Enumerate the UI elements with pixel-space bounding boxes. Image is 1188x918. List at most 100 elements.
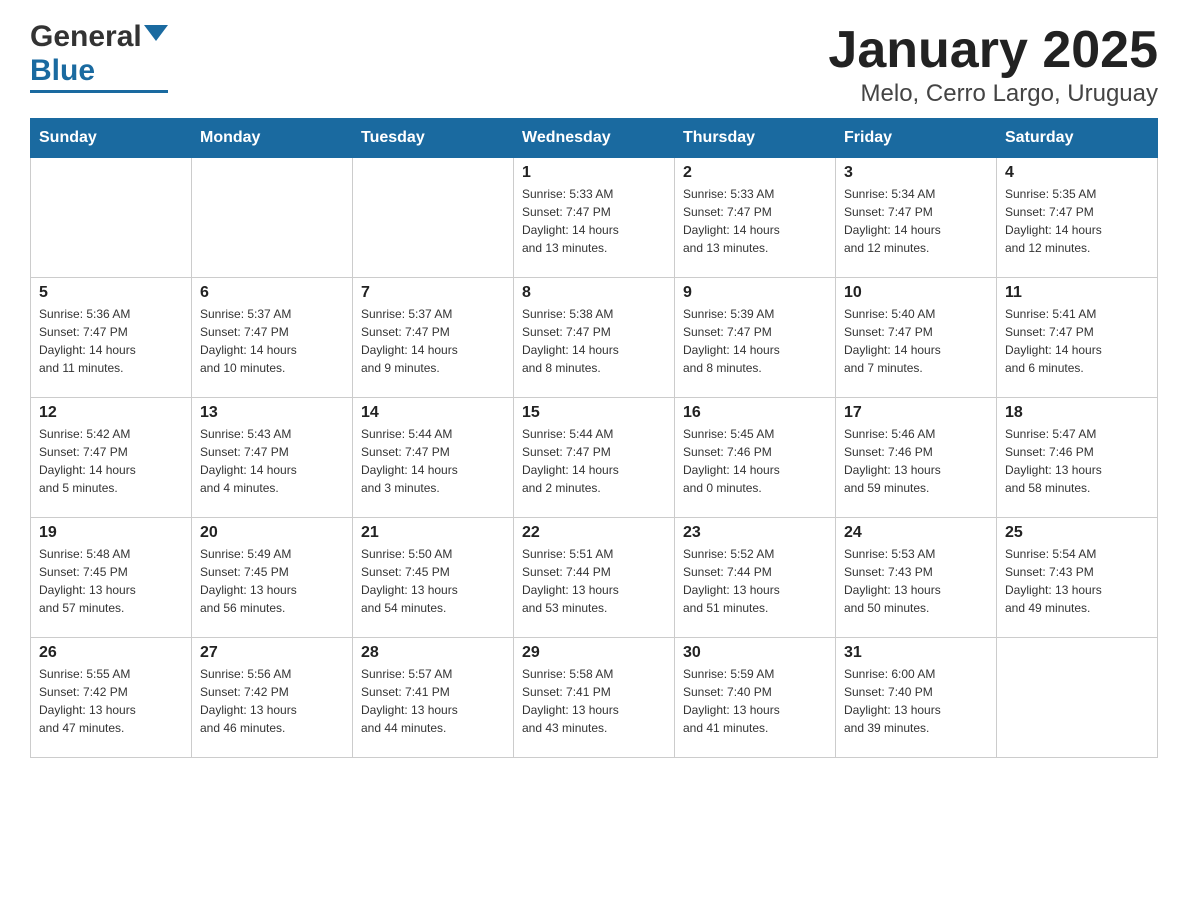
- calendar-cell: [997, 638, 1158, 758]
- calendar-cell: 29Sunrise: 5:58 AMSunset: 7:41 PMDayligh…: [514, 638, 675, 758]
- calendar-cell: 31 Sunrise: 6:00 AMSunset: 7:40 PMDayligh…: [836, 638, 997, 758]
- calendar-cell: [31, 158, 192, 278]
- calendar-cell: 5Sunrise: 5:36 AMSunset: 7:47 PMDaylight…: [31, 278, 192, 398]
- calendar-cell: 19 Sunrise: 5:48 AMSunset: 7:45 PMDayligh…: [31, 518, 192, 638]
- logo: General Blue: [30, 20, 168, 93]
- calendar-cell: 4Sunrise: 5:35 AMSunset: 7:47 PMDaylight…: [997, 158, 1158, 278]
- day-number: 26: [39, 644, 183, 662]
- page-header: General Blue January 2025 Melo, Cerro La…: [30, 20, 1158, 108]
- calendar-cell: [353, 158, 514, 278]
- day-info: Sunrise: 5:49 AMSunset: 7:45 PMDaylight:…: [200, 547, 297, 615]
- day-info: Sunrise: 5:50 AMSunset: 7:45 PMDaylight:…: [361, 547, 458, 615]
- day-number: 31: [844, 644, 988, 662]
- calendar-week-4: 19 Sunrise: 5:48 AMSunset: 7:45 PMDayligh…: [31, 518, 1158, 638]
- day-number: 29: [522, 644, 666, 662]
- calendar-cell: 21 Sunrise: 5:50 AMSunset: 7:45 PMDayligh…: [353, 518, 514, 638]
- calendar-week-3: 12Sunrise: 5:42 AMSunset: 7:47 PMDayligh…: [31, 398, 1158, 518]
- day-number: 15: [522, 404, 666, 422]
- calendar-cell: 1 Sunrise: 5:33 AMSunset: 7:47 PMDaylight…: [514, 158, 675, 278]
- calendar-cell: 10Sunrise: 5:40 AMSunset: 7:47 PMDayligh…: [836, 278, 997, 398]
- day-info: Sunrise: 5:33 AMSunset: 7:47 PMDaylight:…: [522, 187, 619, 255]
- calendar-cell: [192, 158, 353, 278]
- calendar-cell: 17Sunrise: 5:46 AMSunset: 7:46 PMDayligh…: [836, 398, 997, 518]
- weekday-header-saturday: Saturday: [997, 119, 1158, 158]
- day-info: Sunrise: 5:47 AMSunset: 7:46 PMDaylight:…: [1005, 427, 1102, 495]
- day-info: Sunrise: 5:40 AMSunset: 7:47 PMDaylight:…: [844, 307, 941, 375]
- day-number: 4: [1005, 164, 1149, 182]
- day-info: Sunrise: 5:48 AMSunset: 7:45 PMDaylight:…: [39, 547, 136, 615]
- calendar-cell: 24Sunrise: 5:53 AMSunset: 7:43 PMDayligh…: [836, 518, 997, 638]
- day-info: Sunrise: 5:51 AMSunset: 7:44 PMDaylight:…: [522, 547, 619, 615]
- logo-triangle-icon: [144, 25, 168, 41]
- calendar-cell: 13 Sunrise: 5:43 AMSunset: 7:47 PMDayligh…: [192, 398, 353, 518]
- day-number: 18: [1005, 404, 1149, 422]
- day-number: 6: [200, 284, 344, 302]
- calendar-cell: 16 Sunrise: 5:45 AMSunset: 7:46 PMDayligh…: [675, 398, 836, 518]
- day-info: Sunrise: 6:00 AMSunset: 7:40 PMDaylight:…: [844, 667, 941, 735]
- title-section: January 2025 Melo, Cerro Largo, Uruguay: [828, 20, 1158, 108]
- day-info: Sunrise: 5:52 AMSunset: 7:44 PMDaylight:…: [683, 547, 780, 615]
- day-info: Sunrise: 5:44 AMSunset: 7:47 PMDaylight:…: [361, 427, 458, 495]
- calendar-week-5: 26 Sunrise: 5:55 AMSunset: 7:42 PMDayligh…: [31, 638, 1158, 758]
- calendar-cell: 8Sunrise: 5:38 AMSunset: 7:47 PMDaylight…: [514, 278, 675, 398]
- calendar-cell: 14Sunrise: 5:44 AMSunset: 7:47 PMDayligh…: [353, 398, 514, 518]
- day-number: 1: [522, 164, 666, 182]
- calendar-cell: 3 Sunrise: 5:34 AMSunset: 7:47 PMDaylight…: [836, 158, 997, 278]
- day-number: 12: [39, 404, 183, 422]
- calendar-cell: 11Sunrise: 5:41 AMSunset: 7:47 PMDayligh…: [997, 278, 1158, 398]
- day-number: 25: [1005, 524, 1149, 542]
- calendar-cell: 26 Sunrise: 5:55 AMSunset: 7:42 PMDayligh…: [31, 638, 192, 758]
- calendar-header-row: SundayMondayTuesdayWednesdayThursdayFrid…: [31, 119, 1158, 158]
- day-info: Sunrise: 5:39 AMSunset: 7:47 PMDaylight:…: [683, 307, 780, 375]
- day-info: Sunrise: 5:44 AMSunset: 7:47 PMDaylight:…: [522, 427, 619, 495]
- calendar-cell: 28 Sunrise: 5:57 AMSunset: 7:41 PMDayligh…: [353, 638, 514, 758]
- day-info: Sunrise: 5:34 AMSunset: 7:47 PMDaylight:…: [844, 187, 941, 255]
- calendar-cell: 12Sunrise: 5:42 AMSunset: 7:47 PMDayligh…: [31, 398, 192, 518]
- calendar-week-1: 1 Sunrise: 5:33 AMSunset: 7:47 PMDaylight…: [31, 158, 1158, 278]
- weekday-header-thursday: Thursday: [675, 119, 836, 158]
- day-info: Sunrise: 5:57 AMSunset: 7:41 PMDaylight:…: [361, 667, 458, 735]
- weekday-header-wednesday: Wednesday: [514, 119, 675, 158]
- calendar-title: January 2025: [828, 20, 1158, 80]
- weekday-header-monday: Monday: [192, 119, 353, 158]
- day-number: 8: [522, 284, 666, 302]
- calendar-cell: 7 Sunrise: 5:37 AMSunset: 7:47 PMDaylight…: [353, 278, 514, 398]
- day-number: 11: [1005, 284, 1149, 302]
- day-number: 19: [39, 524, 183, 542]
- calendar-cell: 18 Sunrise: 5:47 AMSunset: 7:46 PMDayligh…: [997, 398, 1158, 518]
- day-info: Sunrise: 5:37 AMSunset: 7:47 PMDaylight:…: [361, 307, 458, 375]
- day-info: Sunrise: 5:59 AMSunset: 7:40 PMDaylight:…: [683, 667, 780, 735]
- day-number: 7: [361, 284, 505, 302]
- calendar-cell: 9 Sunrise: 5:39 AMSunset: 7:47 PMDaylight…: [675, 278, 836, 398]
- day-number: 23: [683, 524, 827, 542]
- day-info: Sunrise: 5:46 AMSunset: 7:46 PMDaylight:…: [844, 427, 941, 495]
- calendar-table: SundayMondayTuesdayWednesdayThursdayFrid…: [30, 118, 1158, 758]
- day-number: 21: [361, 524, 505, 542]
- day-info: Sunrise: 5:37 AMSunset: 7:47 PMDaylight:…: [200, 307, 297, 375]
- day-number: 30: [683, 644, 827, 662]
- day-info: Sunrise: 5:45 AMSunset: 7:46 PMDaylight:…: [683, 427, 780, 495]
- day-info: Sunrise: 5:54 AMSunset: 7:43 PMDaylight:…: [1005, 547, 1102, 615]
- day-number: 22: [522, 524, 666, 542]
- calendar-cell: 15 Sunrise: 5:44 AMSunset: 7:47 PMDayligh…: [514, 398, 675, 518]
- day-info: Sunrise: 5:33 AMSunset: 7:47 PMDaylight:…: [683, 187, 780, 255]
- weekday-header-sunday: Sunday: [31, 119, 192, 158]
- day-info: Sunrise: 5:55 AMSunset: 7:42 PMDaylight:…: [39, 667, 136, 735]
- day-number: 13: [200, 404, 344, 422]
- logo-blue: Blue: [30, 54, 95, 88]
- day-number: 3: [844, 164, 988, 182]
- calendar-cell: 30 Sunrise: 5:59 AMSunset: 7:40 PMDayligh…: [675, 638, 836, 758]
- calendar-subtitle: Melo, Cerro Largo, Uruguay: [828, 80, 1158, 108]
- day-number: 16: [683, 404, 827, 422]
- day-number: 9: [683, 284, 827, 302]
- day-info: Sunrise: 5:43 AMSunset: 7:47 PMDaylight:…: [200, 427, 297, 495]
- day-number: 24: [844, 524, 988, 542]
- logo-general: General: [30, 20, 142, 54]
- calendar-cell: 25 Sunrise: 5:54 AMSunset: 7:43 PMDayligh…: [997, 518, 1158, 638]
- calendar-week-2: 5Sunrise: 5:36 AMSunset: 7:47 PMDaylight…: [31, 278, 1158, 398]
- logo-underline: [30, 90, 168, 93]
- day-number: 20: [200, 524, 344, 542]
- day-number: 28: [361, 644, 505, 662]
- day-info: Sunrise: 5:56 AMSunset: 7:42 PMDaylight:…: [200, 667, 297, 735]
- day-number: 5: [39, 284, 183, 302]
